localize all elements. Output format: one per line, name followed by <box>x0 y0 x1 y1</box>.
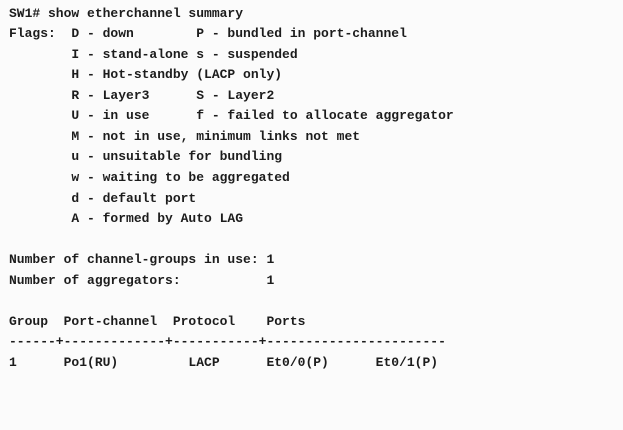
flags-line-default-port: d - default port <box>9 191 197 206</box>
table-separator: ------+-------------+-----------+-------… <box>9 334 446 349</box>
flags-line-standalone: I - stand-alone s - suspended <box>9 47 298 62</box>
aggregators-count-line: Number of aggregators: 1 <box>9 273 275 288</box>
flags-line-unsuitable: u - unsuitable for bundling <box>9 149 283 164</box>
flags-line-not-in-use: M - not in use, minimum links not met <box>9 129 361 144</box>
flags-line-waiting: w - waiting to be aggregated <box>9 170 290 185</box>
flags-line-down-bundled: Flags: D - down P - bundled in port-chan… <box>9 26 407 41</box>
command-line: SW1# show etherchannel summary <box>9 6 244 21</box>
table-header: Group Port-channel Protocol Ports <box>9 314 306 329</box>
flags-line-layer: R - Layer3 S - Layer2 <box>9 88 275 103</box>
terminal-output: SW1# show etherchannel summary Flags: D … <box>0 0 623 430</box>
channel-groups-count-line: Number of channel-groups in use: 1 <box>9 252 275 267</box>
table-row: 1 Po1(RU) LACP Et0/0(P) Et0/1(P) <box>9 355 439 370</box>
flags-line-in-use: U - in use f - failed to allocate aggreg… <box>9 108 454 123</box>
flags-line-auto-lag: A - formed by Auto LAG <box>9 211 244 226</box>
flags-line-hot-standby: H - Hot-standby (LACP only) <box>9 67 283 82</box>
